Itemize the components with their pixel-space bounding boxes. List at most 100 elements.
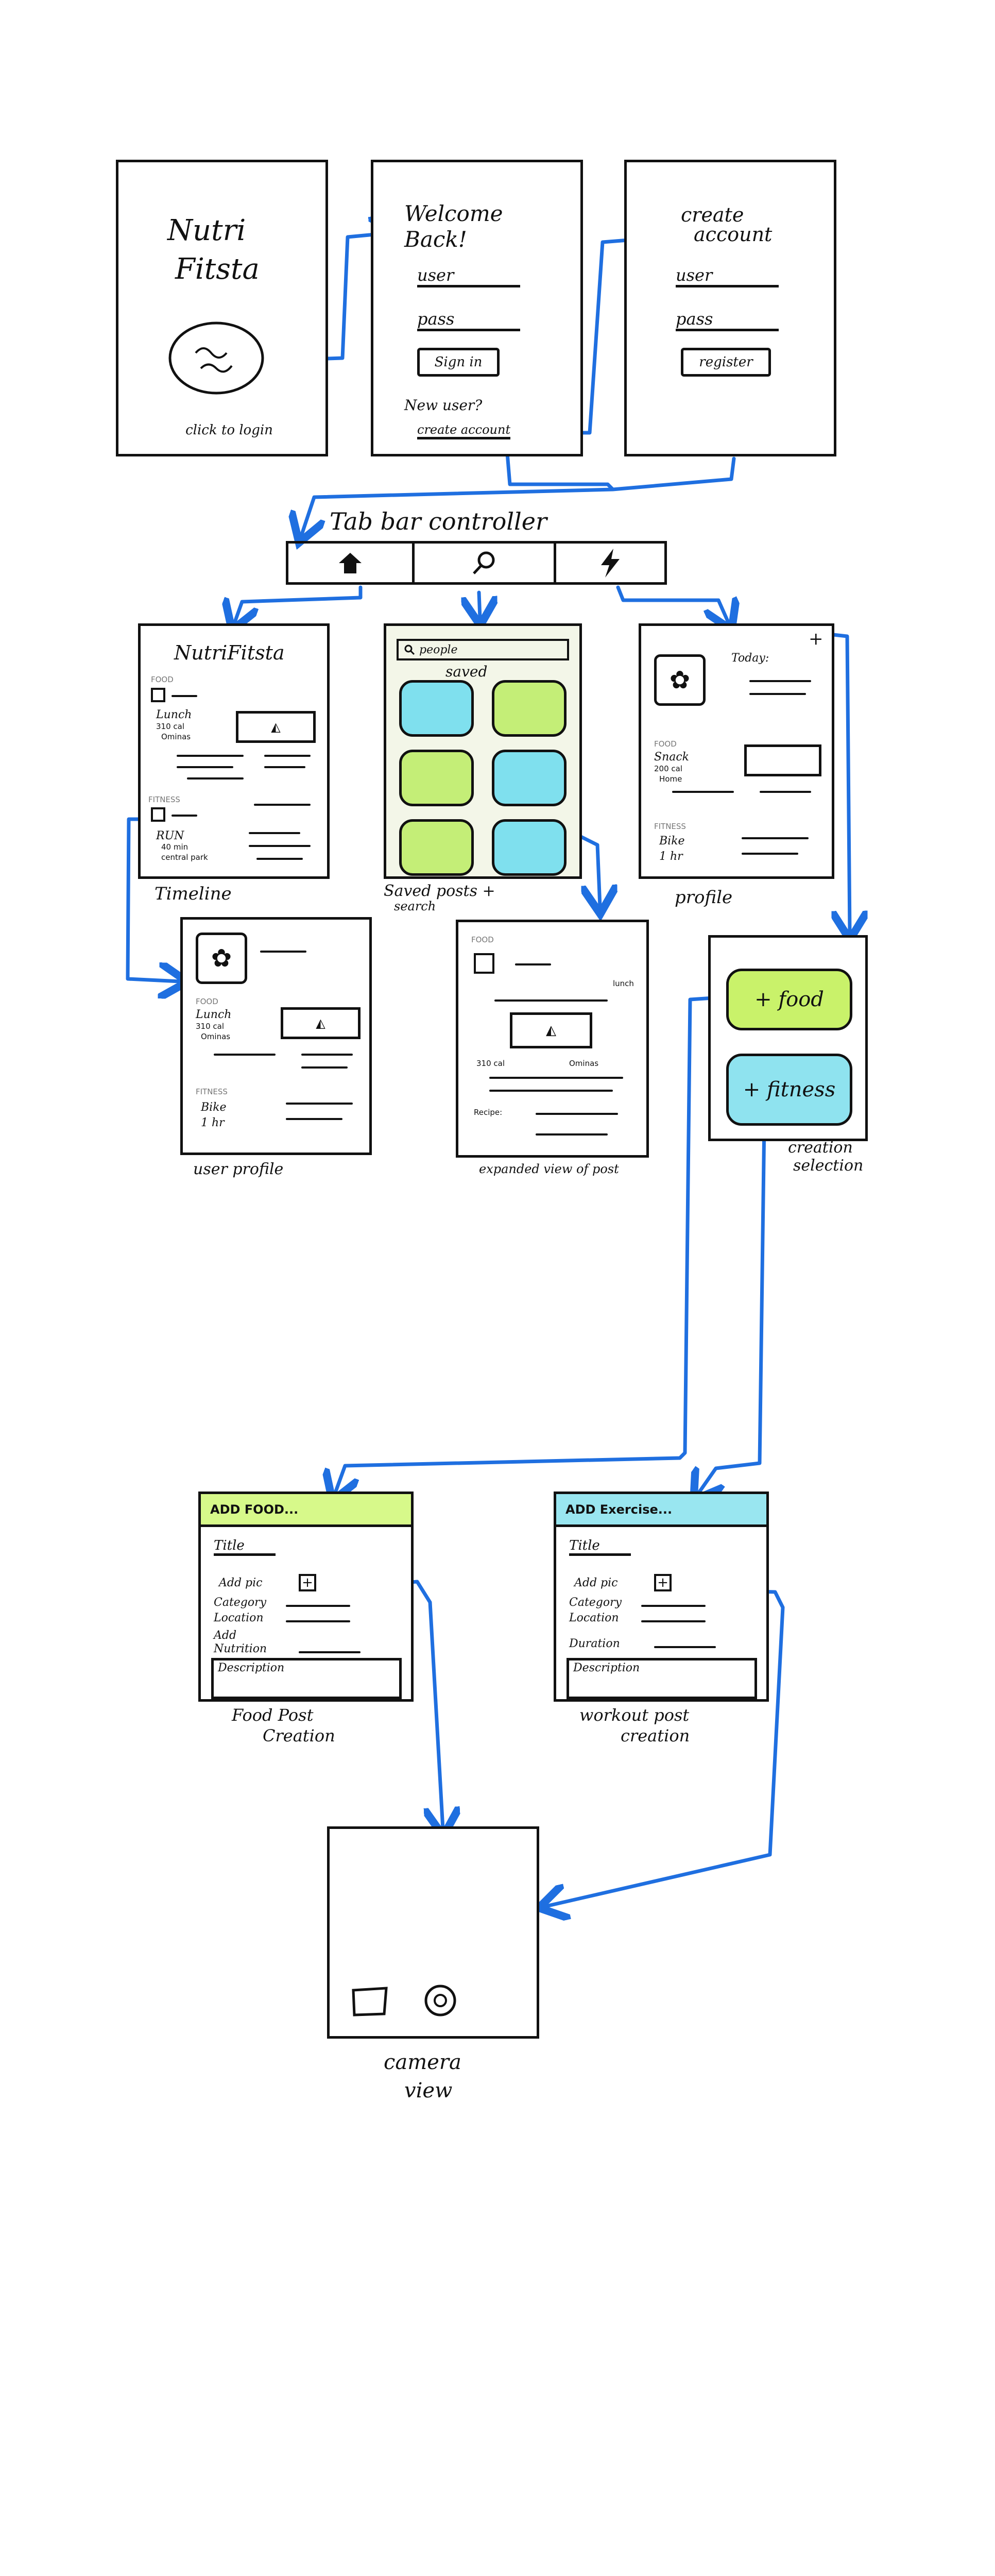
search-caption-line1: Saved posts +: [384, 882, 495, 900]
expanded-avatar[interactable]: [474, 953, 494, 974]
timeline-caption: Timeline: [155, 884, 232, 904]
workout-duration-field[interactable]: [654, 1646, 716, 1648]
tab-home[interactable]: [288, 544, 412, 582]
tab-bar-title: Tab bar controller: [330, 507, 547, 535]
user-food-image[interactable]: ◭: [281, 1007, 361, 1039]
saved-post-3[interactable]: [399, 750, 474, 806]
saved-post-6[interactable]: [492, 819, 567, 876]
workout-location-label: Location: [569, 1612, 619, 1624]
camera-caption-line1: camera: [384, 2050, 461, 2074]
profile-plus[interactable]: +: [809, 629, 824, 649]
timeline-calories: 310 cal: [156, 722, 185, 731]
camera-caption-line2: view: [404, 2079, 453, 2103]
user-place: Ominas: [201, 1032, 231, 1041]
user-avatar[interactable]: ✿: [196, 933, 247, 984]
expanded-place: Ominas: [569, 1059, 599, 1068]
people-search-bar[interactable]: people: [397, 639, 569, 660]
profile-food-label: FOOD: [654, 739, 677, 749]
tab-lightning[interactable]: [556, 544, 664, 582]
logo-blob[interactable]: [165, 317, 268, 399]
workout-description-box[interactable]: Description: [567, 1658, 757, 1699]
add-fitness-label: + fitness: [743, 1078, 836, 1101]
new-username-field[interactable]: user: [676, 265, 779, 287]
saved-post-1[interactable]: [399, 680, 474, 737]
profile-meal: Snack: [654, 751, 690, 764]
user-food-label: FOOD: [196, 997, 218, 1006]
user-calories: 310 cal: [196, 1022, 225, 1031]
lightning-icon: [601, 548, 620, 578]
expanded-meal: lunch: [613, 979, 634, 988]
arrow-tab-lightning: [616, 585, 729, 623]
saved-post-2[interactable]: [492, 680, 567, 737]
workout-add-pic-button[interactable]: +: [654, 1574, 672, 1591]
food-post-caption-line2: Creation: [263, 1726, 335, 1745]
new-password-field[interactable]: pass: [676, 309, 779, 331]
food-add-pic-button[interactable]: +: [299, 1574, 316, 1591]
workout-category-field[interactable]: [641, 1605, 706, 1607]
add-food-label: + food: [754, 988, 824, 1011]
workout-post-header: ADD Exercise...: [556, 1494, 766, 1527]
workout-location-field[interactable]: [641, 1620, 706, 1622]
food-image-placeholder[interactable]: ◭: [236, 711, 316, 743]
profile-avatar[interactable]: ✿: [654, 654, 706, 706]
user-meal: Lunch: [196, 1008, 232, 1021]
expanded-post-screen: FOOD lunch ◭ 310 cal Ominas Recipe:: [456, 920, 649, 1158]
saved-post-4[interactable]: [492, 750, 567, 806]
food-title-field[interactable]: Title: [214, 1538, 276, 1556]
food-nutrition-label-1: Add: [214, 1629, 237, 1642]
timeline-activity: RUN: [156, 829, 184, 842]
food-category-label: Category: [214, 1596, 267, 1609]
password-field[interactable]: pass: [417, 309, 520, 331]
timeline-app-title: NutriFitsta: [174, 641, 285, 664]
fitness-avatar[interactable]: [151, 807, 165, 822]
username-field[interactable]: user: [417, 265, 520, 287]
food-description-label: Description: [218, 1662, 285, 1674]
food-location-field[interactable]: [286, 1620, 350, 1622]
search-placeholder: people: [419, 643, 458, 656]
add-food-button[interactable]: + food: [726, 969, 852, 1030]
create-account-link[interactable]: create account: [417, 422, 511, 439]
add-fitness-button[interactable]: + fitness: [726, 1054, 852, 1126]
welcome-title-line1: Welcome: [404, 201, 503, 226]
arrow-tab-search: [479, 590, 480, 618]
profile-place: Home: [659, 774, 682, 784]
search-icon: [473, 551, 495, 574]
click-to-login-caption: click to login: [185, 422, 273, 438]
timeline-fitness-label: FITNESS: [148, 795, 180, 804]
home-icon: [339, 552, 362, 573]
workout-add-pic-label: Add pic: [574, 1577, 618, 1589]
user-profile-caption: user profile: [193, 1160, 284, 1178]
app-title-line1: Nutri: [167, 214, 246, 247]
food-avatar[interactable]: [151, 688, 165, 702]
register-button[interactable]: register: [681, 348, 771, 377]
creation-caption-line1: creation: [788, 1139, 853, 1157]
sign-in-button[interactable]: Sign in: [417, 348, 500, 377]
saved-label: saved: [445, 663, 488, 680]
profile-today-label: Today:: [731, 652, 769, 665]
app-title-line2: Fitsta: [175, 252, 260, 286]
shutter-icon[interactable]: [422, 1982, 458, 2019]
food-nutrition-field[interactable]: [299, 1651, 361, 1653]
timeline-duration: 40 min: [161, 842, 188, 852]
profile-food-image[interactable]: [744, 744, 821, 776]
welcome-title-line2: Back!: [404, 227, 467, 252]
splash-screen: Nutri Fitsta click to login: [116, 160, 328, 456]
workout-title-field[interactable]: Title: [569, 1538, 631, 1556]
food-category-field[interactable]: [286, 1605, 350, 1607]
workout-post-screen: ADD Exercise... Title Add pic + Category…: [554, 1492, 769, 1702]
timeline-screen: NutriFitsta FOOD Lunch 310 cal Ominas ◭ …: [138, 623, 330, 879]
food-description-box[interactable]: Description: [211, 1658, 402, 1699]
user-fitness-label: FITNESS: [196, 1087, 228, 1096]
saved-post-5[interactable]: [399, 819, 474, 876]
expanded-caption: expanded view of post: [479, 1162, 619, 1176]
gallery-icon[interactable]: [350, 1986, 391, 2017]
tab-bar: [286, 541, 667, 585]
tab-search[interactable]: [415, 544, 554, 582]
food-post-screen: ADD FOOD... Title Add pic + Category Loc…: [198, 1492, 414, 1702]
expanded-food-label: FOOD: [471, 935, 494, 944]
food-post-caption-line1: Food Post: [232, 1705, 314, 1725]
new-user-label: New user?: [404, 397, 483, 414]
food-nutrition-label-2: Nutrition: [214, 1642, 267, 1655]
expanded-food-image[interactable]: ◭: [510, 1012, 592, 1048]
user-activity: Bike: [201, 1101, 227, 1114]
